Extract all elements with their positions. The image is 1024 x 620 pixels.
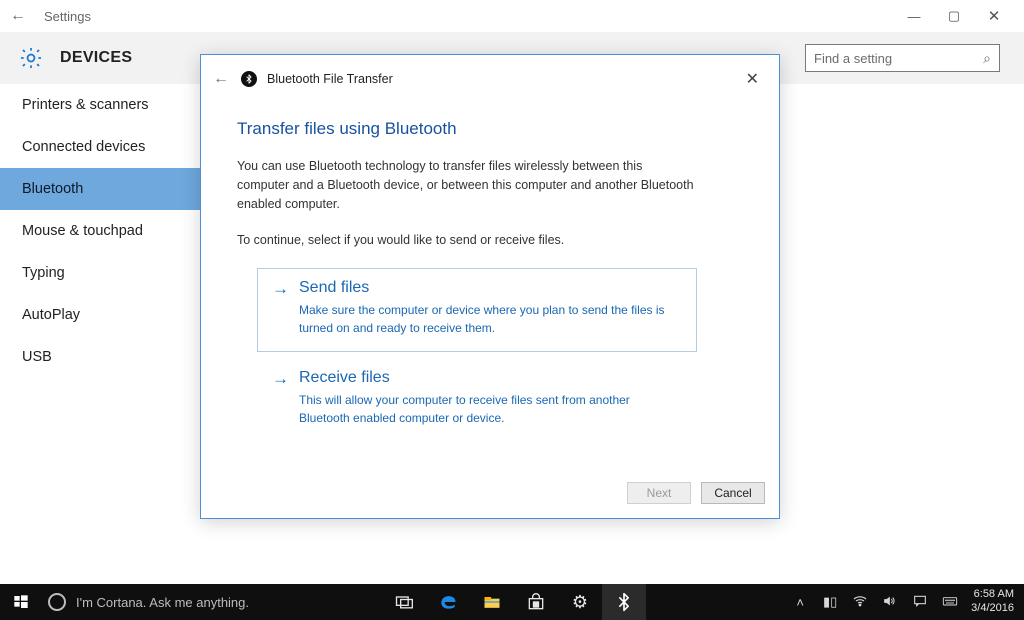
button-label: Next — [647, 486, 672, 500]
sidebar-item-label: Bluetooth — [22, 181, 83, 197]
wifi-icon[interactable] — [851, 593, 869, 612]
app-title: Settings — [44, 9, 91, 24]
bluetooth-icon — [241, 71, 257, 87]
store-app[interactable] — [514, 584, 558, 620]
edge-icon — [438, 592, 458, 612]
arrow-right-icon: → — [272, 370, 289, 387]
sidebar-item-typing[interactable]: Typing — [0, 252, 200, 294]
taskbar-clock[interactable]: 6:58 AM 3/4/2016 — [965, 584, 1024, 620]
cortana-search[interactable]: I'm Cortana. Ask me anything. — [42, 584, 382, 620]
keyboard-icon[interactable] — [941, 593, 959, 612]
sidebar-item-connected-devices[interactable]: Connected devices — [0, 126, 200, 168]
dialog-window-title: Bluetooth File Transfer — [267, 72, 393, 86]
bluetooth-icon — [614, 592, 634, 612]
action-center-icon[interactable] — [911, 593, 929, 612]
clock-time: 6:58 AM — [971, 588, 1014, 602]
back-icon[interactable]: ← — [10, 7, 44, 25]
task-view-button[interactable] — [382, 584, 426, 620]
sidebar-item-label: AutoPlay — [22, 307, 80, 323]
bluetooth-app[interactable] — [602, 584, 646, 620]
cortana-icon — [48, 593, 66, 611]
settings-sidebar: Printers & scanners Connected devices Bl… — [0, 84, 200, 584]
option-desc: Make sure the computer or device where y… — [299, 301, 682, 337]
maximize-button[interactable]: ▢ — [934, 8, 974, 24]
taskbar: I'm Cortana. Ask me anything. ⚙ ˄ ▮▯ 6:5 — [0, 584, 1024, 620]
sidebar-item-label: Typing — [22, 265, 65, 281]
sidebar-item-usb[interactable]: USB — [0, 336, 200, 378]
bluetooth-file-transfer-dialog: ← Bluetooth File Transfer ✕ Transfer fil… — [200, 54, 780, 519]
arrow-right-icon: → — [272, 280, 289, 297]
option-desc: This will allow your computer to receive… — [299, 391, 682, 427]
sidebar-item-label: Mouse & touchpad — [22, 223, 143, 239]
settings-app[interactable]: ⚙ — [558, 584, 602, 620]
search-placeholder: Find a setting — [814, 51, 983, 66]
store-icon — [526, 592, 546, 612]
task-view-icon — [394, 592, 414, 612]
sidebar-item-printers[interactable]: Printers & scanners — [0, 84, 200, 126]
option-title: Receive files — [299, 369, 390, 387]
sidebar-item-bluetooth[interactable]: Bluetooth — [0, 168, 200, 210]
cortana-placeholder: I'm Cortana. Ask me anything. — [76, 595, 249, 610]
settings-titlebar: ← Settings — ▢ ✕ — [0, 0, 1024, 32]
dialog-intro-text: You can use Bluetooth technology to tran… — [237, 157, 697, 213]
search-input[interactable]: Find a setting ⌕ — [805, 44, 1000, 72]
dialog-close-button[interactable]: ✕ — [738, 65, 767, 93]
minimize-button[interactable]: — — [894, 9, 934, 24]
option-send-files[interactable]: → Send files Make sure the computer or d… — [257, 268, 697, 352]
start-button[interactable] — [0, 584, 42, 620]
volume-icon[interactable] — [881, 593, 899, 612]
dialog-heading: Transfer files using Bluetooth — [237, 119, 743, 139]
sidebar-item-label: Printers & scanners — [22, 97, 149, 113]
search-icon: ⌕ — [983, 50, 991, 67]
dialog-instruction-text: To continue, select if you would like to… — [237, 231, 697, 250]
system-tray: ˄ ▮▯ — [785, 584, 965, 620]
gear-icon: ⚙ — [570, 592, 590, 612]
file-explorer-app[interactable] — [470, 584, 514, 620]
dialog-back-icon[interactable]: ← — [213, 70, 231, 88]
cancel-button[interactable]: Cancel — [701, 482, 765, 504]
folder-icon — [482, 592, 502, 612]
button-label: Cancel — [714, 486, 751, 500]
sidebar-item-autoplay[interactable]: AutoPlay — [0, 294, 200, 336]
battery-icon[interactable]: ▮▯ — [821, 594, 839, 610]
tray-chevron-up-icon[interactable]: ˄ — [791, 595, 809, 610]
windows-icon — [13, 594, 29, 610]
option-title: Send files — [299, 279, 369, 297]
clock-date: 3/4/2016 — [971, 602, 1014, 616]
sidebar-item-label: USB — [22, 349, 52, 365]
sidebar-item-mouse-touchpad[interactable]: Mouse & touchpad — [0, 210, 200, 252]
option-receive-files[interactable]: → Receive files This will allow your com… — [257, 358, 697, 442]
page-title: DEVICES — [60, 49, 132, 67]
next-button[interactable]: Next — [627, 482, 691, 504]
close-button[interactable]: ✕ — [974, 7, 1014, 25]
gear-icon — [18, 45, 44, 71]
edge-app[interactable] — [426, 584, 470, 620]
sidebar-item-label: Connected devices — [22, 139, 145, 155]
